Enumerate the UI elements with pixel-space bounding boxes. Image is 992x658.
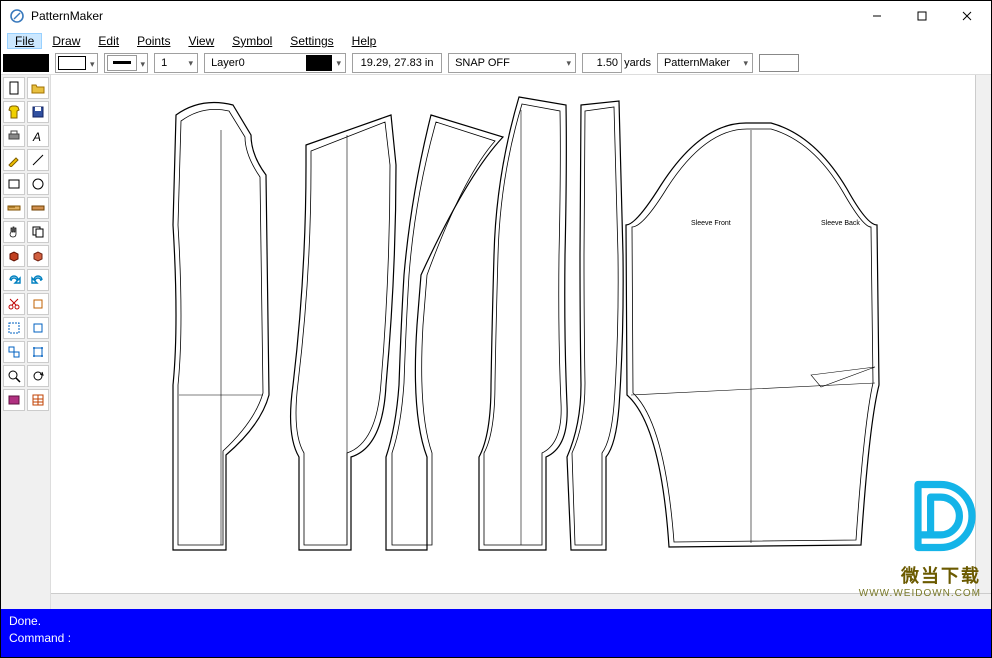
table-icon[interactable] (27, 389, 49, 411)
fill-color-swatch[interactable] (3, 54, 49, 72)
scissors-icon[interactable] (3, 293, 25, 315)
maximize-button[interactable] (899, 2, 944, 30)
undo-icon[interactable] (27, 269, 49, 291)
print-icon[interactable] (3, 125, 25, 147)
open-folder-icon[interactable] (27, 77, 49, 99)
left-toolbar: A (1, 75, 51, 609)
menu-view[interactable]: View (180, 33, 222, 49)
status-bar: Done. Command : (1, 609, 991, 657)
menu-settings[interactable]: Settings (282, 33, 341, 49)
rectangle-icon[interactable] (3, 173, 25, 195)
save-icon[interactable] (27, 101, 49, 123)
menu-symbol[interactable]: Symbol (224, 33, 280, 49)
library-combo[interactable]: PatternMaker (657, 53, 753, 73)
coordinate-readout: 19.29, 27.83 in (352, 53, 442, 73)
drawing-canvas[interactable]: Sleeve Front Sleeve Back (51, 75, 991, 609)
box3d2-icon[interactable] (27, 245, 49, 267)
new-file-icon[interactable] (3, 77, 25, 99)
ruler-icon[interactable] (3, 197, 25, 219)
box3d-icon[interactable] (3, 245, 25, 267)
hand-icon[interactable] (3, 221, 25, 243)
menu-file[interactable]: File (7, 33, 42, 49)
menu-help[interactable]: Help (344, 33, 385, 49)
annotation-sleeve-front: Sleeve Front (691, 220, 731, 227)
redo-icon[interactable] (3, 269, 25, 291)
ruler2-icon[interactable] (27, 197, 49, 219)
window-controls (854, 2, 989, 30)
group-icon[interactable] (3, 341, 25, 363)
clip-icon[interactable] (27, 293, 49, 315)
window-title: PatternMaker (31, 9, 854, 23)
transform-icon[interactable] (27, 341, 49, 363)
book-icon[interactable] (3, 389, 25, 411)
menu-points[interactable]: Points (129, 33, 178, 49)
aux-swatch[interactable] (759, 54, 799, 72)
text-icon[interactable]: A (27, 125, 49, 147)
shirt-icon[interactable] (3, 101, 25, 123)
copy-icon[interactable] (27, 221, 49, 243)
menu-edit[interactable]: Edit (90, 33, 127, 49)
svg-text:A: A (32, 130, 41, 143)
status-line-done: Done. (9, 613, 983, 630)
circle-icon[interactable] (27, 173, 49, 195)
refresh-icon[interactable] (27, 365, 49, 387)
select-rect-icon[interactable] (3, 317, 25, 339)
snap-mode-combo[interactable]: SNAP OFF (448, 53, 576, 73)
yards-label: yards (624, 57, 651, 69)
vertical-scrollbar[interactable] (975, 75, 991, 593)
crop-icon[interactable] (27, 317, 49, 339)
line-style-dropdown[interactable] (104, 53, 149, 73)
horizontal-scrollbar[interactable] (51, 593, 991, 609)
zoom-icon[interactable] (3, 365, 25, 387)
pencil-icon[interactable] (3, 149, 25, 171)
menubar: File Draw Edit Points View Symbol Settin… (1, 31, 991, 51)
layer-combo[interactable]: Layer0 (204, 53, 346, 73)
property-bar: 1 Layer0 19.29, 27.83 in SNAP OFF 1.50 y… (1, 51, 991, 75)
annotation-sleeve-back: Sleeve Back (821, 220, 860, 227)
line-icon[interactable] (27, 149, 49, 171)
stroke-color-dropdown[interactable] (55, 53, 98, 73)
yards-value: 1.50 (582, 53, 622, 73)
app-icon (9, 8, 25, 24)
minimize-button[interactable] (854, 2, 899, 30)
status-line-command: Command : (9, 630, 983, 647)
line-weight-combo[interactable]: 1 (154, 53, 198, 73)
titlebar: PatternMaker (1, 1, 991, 31)
close-button[interactable] (944, 2, 989, 30)
menu-draw[interactable]: Draw (44, 33, 88, 49)
